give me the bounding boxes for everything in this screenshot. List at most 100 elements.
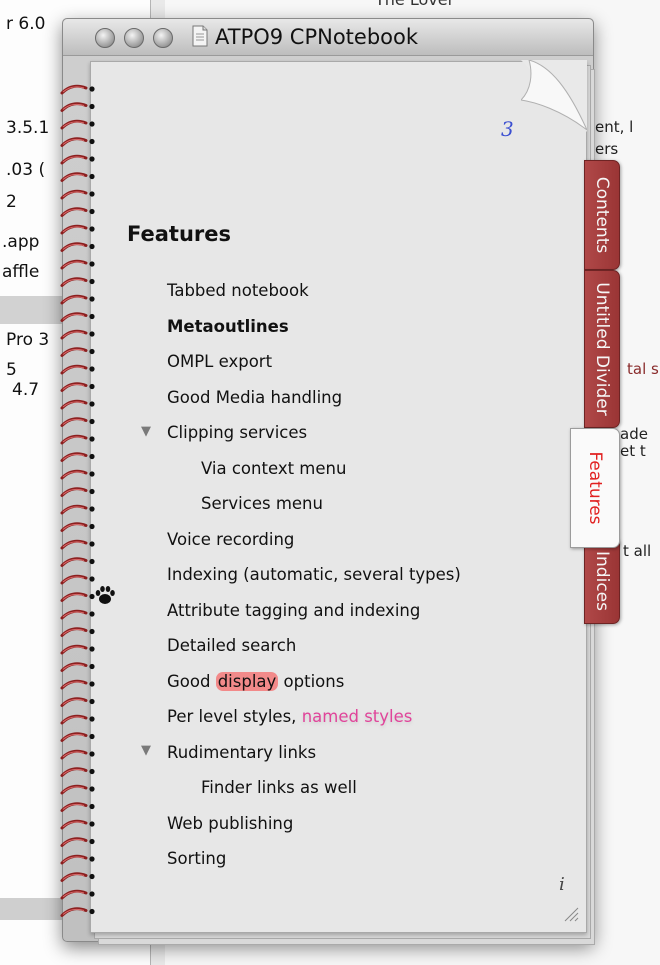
- outline-item[interactable]: Metaoutlines: [167, 317, 289, 336]
- spiral-binding: [60, 84, 95, 917]
- spiral-ring: [60, 154, 95, 165]
- spiral-ring: [60, 749, 95, 760]
- spiral-ring: [60, 802, 95, 812]
- spiral-ring: [60, 679, 95, 690]
- disclosure-triangle-icon[interactable]: ▼: [141, 424, 151, 439]
- spiral-ring: [60, 382, 95, 392]
- spiral-ring: [60, 172, 95, 182]
- outline-item-text: Good: [167, 672, 216, 691]
- spiral-ring: [60, 399, 95, 410]
- spiral-ring: [60, 189, 95, 200]
- spiral-ring: [60, 714, 95, 725]
- outline-item[interactable]: Good Media handling: [167, 388, 342, 407]
- spiral-ring: [60, 364, 95, 375]
- notebook-page[interactable]: 3 Features Tabbed notebook Metaoutlines …: [90, 60, 587, 933]
- tab-untitled-divider[interactable]: Untitled Divider: [584, 270, 620, 428]
- spiral-ring: [60, 347, 95, 357]
- document-icon: [192, 25, 208, 47]
- named-style-text: named styles: [301, 707, 413, 726]
- spiral-ring: [60, 854, 95, 865]
- spiral-ring: [60, 872, 95, 882]
- page-heading: Features: [127, 222, 231, 246]
- tab-contents[interactable]: Contents: [584, 160, 620, 270]
- outline-item-text: Per level styles,: [167, 707, 302, 726]
- spiral-ring: [60, 837, 95, 847]
- outline-item[interactable]: Finder links as well: [201, 778, 357, 797]
- spiral-ring: [60, 907, 95, 917]
- outline-item[interactable]: Via context menu: [201, 459, 346, 478]
- outline-item[interactable]: Attribute tagging and indexing: [167, 601, 420, 620]
- spiral-ring: [60, 242, 95, 252]
- disclosure-triangle-icon[interactable]: ▼: [141, 743, 151, 758]
- spiral-ring: [60, 662, 95, 672]
- spiral-ring: [60, 294, 95, 305]
- spiral-ring: [60, 627, 95, 637]
- outline-item-text: options: [278, 672, 345, 691]
- page-number: 3: [501, 117, 514, 141]
- page-curl-icon[interactable]: [521, 60, 587, 132]
- background-text: et t: [620, 442, 646, 460]
- spiral-ring: [60, 102, 95, 112]
- background-text: ers: [595, 140, 619, 158]
- spiral-ring: [60, 732, 95, 742]
- outline-item[interactable]: Clipping services: [167, 423, 307, 442]
- zoom-icon[interactable]: [153, 28, 173, 48]
- tab-label: Indices: [592, 551, 612, 611]
- spiral-ring: [60, 277, 95, 287]
- outline-item[interactable]: Voice recording: [167, 530, 294, 549]
- spiral-ring: [60, 417, 95, 427]
- highlighted-text: display: [215, 672, 279, 691]
- spiral-ring: [60, 84, 95, 95]
- spiral-ring: [60, 207, 95, 217]
- spiral-ring: [60, 784, 95, 795]
- window-title: ATPO9 CPNotebook: [215, 25, 419, 49]
- spiral-ring: [60, 557, 95, 567]
- tab-features[interactable]: Features: [570, 428, 620, 548]
- outline-item[interactable]: Per level styles, named styles: [167, 707, 412, 726]
- spiral-ring: [60, 452, 95, 462]
- resize-grip-icon[interactable]: [561, 904, 579, 922]
- notebook-window: ATPO9 CPNotebook 3 Features Tabbed noteb…: [62, 18, 595, 945]
- spiral-ring: [60, 487, 95, 497]
- window-titlebar[interactable]: ATPO9 CPNotebook: [63, 19, 593, 56]
- spiral-ring: [60, 504, 95, 515]
- spiral-ring: [60, 522, 95, 532]
- outline-item[interactable]: Services menu: [201, 494, 323, 513]
- spiral-ring: [60, 819, 95, 830]
- outline-item[interactable]: Tabbed notebook: [167, 281, 309, 300]
- spiral-ring: [60, 539, 95, 550]
- outline-item[interactable]: Web publishing: [167, 814, 293, 833]
- background-text: t all: [623, 542, 652, 560]
- spiral-ring: [60, 469, 95, 480]
- spiral-ring: [60, 224, 95, 235]
- outline-item[interactable]: Sorting: [167, 849, 226, 868]
- outline-item[interactable]: Indexing (automatic, several types): [167, 565, 461, 584]
- background-text: tal s: [627, 360, 659, 378]
- outline-item[interactable]: OMPL export: [167, 352, 272, 371]
- tab-label: Features: [585, 451, 605, 525]
- outline-item[interactable]: Rudimentary links: [167, 743, 316, 762]
- tab-label: Contents: [592, 176, 612, 254]
- outline-item[interactable]: Detailed search: [167, 636, 296, 655]
- outline-item[interactable]: Good display options: [167, 672, 344, 691]
- background-text: The Lover: [375, 0, 454, 9]
- spiral-ring: [60, 259, 95, 270]
- spiral-ring: [60, 137, 95, 147]
- spiral-ring: [60, 119, 95, 130]
- spiral-ring: [60, 889, 95, 900]
- background-text: ent, l: [595, 118, 634, 136]
- spiral-ring: [60, 644, 95, 655]
- tab-label: Untitled Divider: [592, 282, 612, 416]
- spiral-ring: [60, 697, 95, 707]
- spiral-ring: [60, 609, 95, 620]
- spiral-ring: [60, 592, 95, 602]
- spiral-ring: [60, 312, 95, 322]
- info-icon[interactable]: i: [559, 874, 565, 895]
- background-text: ade: [620, 425, 648, 443]
- tab-indices[interactable]: Indices: [584, 538, 620, 624]
- spiral-ring: [60, 329, 95, 340]
- spiral-ring: [60, 767, 95, 777]
- minimize-icon[interactable]: [124, 28, 144, 48]
- spiral-ring: [60, 434, 95, 445]
- spiral-ring: [60, 574, 95, 585]
